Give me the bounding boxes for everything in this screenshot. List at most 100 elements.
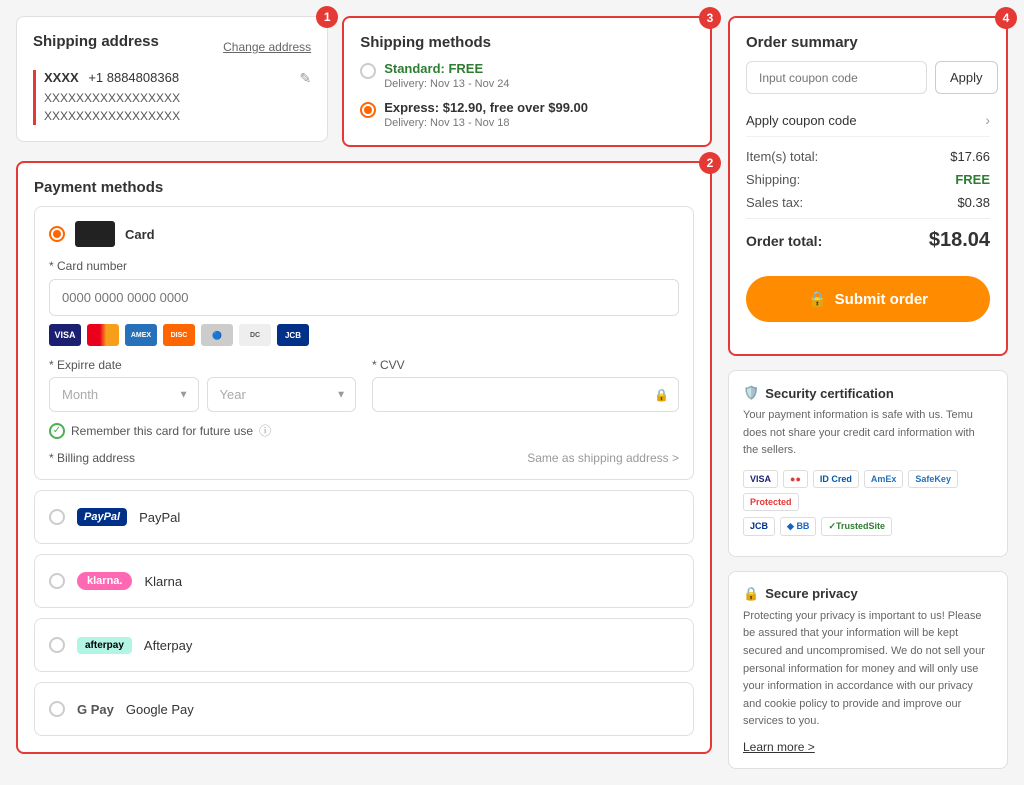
address-header: Shipping address Change address [33,33,311,60]
googlepay-label: Google Pay [126,702,194,717]
submit-lock-icon: 🔒 [808,290,827,308]
trust-idcheck-badge: ID Cred [813,470,859,488]
trust-logos-2: JCB ◆ BB ✓TrustedSite [743,517,993,536]
cvv-input-wrapper: 🔒 [372,377,679,412]
shipping-row: Shipping: FREE [746,172,990,187]
afterpay-option[interactable]: afterpay Afterpay [34,618,694,672]
paypal-logo-box: PayPal [77,503,127,531]
afterpay-label: Afterpay [144,638,192,653]
card-top-row: Card [49,221,679,247]
items-total-value: $17.66 [950,149,990,164]
klarna-radio[interactable] [49,573,65,589]
coupon-code-label: Apply coupon code [746,113,857,128]
card-radio-dot [53,230,61,238]
afterpay-logo-box: afterpay [77,631,132,659]
step-2-badge: 2 [699,152,721,174]
security-text: Your payment information is safe with us… [743,407,993,460]
klarna-option[interactable]: klarna. Klarna [34,554,694,608]
card-payment-section: Card * Card number VISA AMEX DISC 🔵 DC J… [34,206,694,480]
remember-card-row[interactable]: ✓ Remember this card for future use ⓘ [49,422,679,439]
cvv-label: * CVV [372,358,679,372]
shipping-option-express[interactable]: Express: $12.90, free over $99.00 Delive… [360,100,694,129]
klarna-label: Klarna [144,574,182,589]
afterpay-logo: afterpay [77,637,132,654]
privacy-section: 🔒 Secure privacy Protecting your privacy… [728,571,1008,769]
top-row: Shipping address Change address XXXX +1 … [16,16,712,147]
month-select[interactable]: Month 010203 040506 070809 101112 [49,377,199,412]
items-total-label: Item(s) total: [746,149,818,164]
year-select[interactable]: Year 2024202520262027 [207,377,357,412]
order-total-value: $18.04 [929,229,990,252]
klarna-logo: klarna. [77,572,132,590]
expire-label: * Expirre date [49,358,356,372]
billing-label: * Billing address [49,451,135,465]
trust-logos: VISA ●● ID Cred AmEx SafeKey Protected [743,470,993,511]
privacy-text: Protecting your privacy is important to … [743,608,993,731]
right-column: 4 Order summary Apply Apply coupon code … [728,16,1008,769]
card-number-input[interactable] [49,279,679,316]
security-title: 🛡️ Security certification [743,385,993,401]
afterpay-radio[interactable] [49,637,65,653]
sales-tax-label: Sales tax: [746,195,803,210]
express-radio-dot [364,106,372,114]
order-total-row: Order total: $18.04 [746,218,990,262]
card-radio[interactable] [49,226,65,242]
googlepay-radio[interactable] [49,701,65,717]
express-radio[interactable] [360,102,376,118]
expire-cvv-row: * Expirre date Month 010203 040506 07080… [49,358,679,412]
coupon-row: Apply [746,61,990,94]
privacy-lock-icon: 🔒 [743,586,759,602]
paypal-logo: PayPal [77,508,127,526]
payment-methods-title: Payment methods [34,179,163,196]
shipping-methods-card: Shipping methods Standard: FREE Delivery… [342,16,712,147]
left-column: Shipping address Change address XXXX +1 … [16,16,712,769]
googlepay-option[interactable]: G Pay Google Pay [34,682,694,736]
standard-delivery: Delivery: Nov 13 - Nov 24 [384,78,509,90]
standard-radio[interactable] [360,63,376,79]
remember-card-label: Remember this card for future use [71,424,253,438]
googlepay-logo-box: G Pay [77,695,114,723]
klarna-logo-box: klarna. [77,567,132,595]
billing-row: * Billing address Same as shipping addre… [49,451,679,465]
address-title: Shipping address [33,33,159,50]
paypal-label: PayPal [139,510,180,525]
same-as-shipping-link[interactable]: Same as shipping address > [527,451,679,465]
address-line2: XXXXXXXXXXXXXXXXX [44,107,180,125]
remember-info-icon: ⓘ [259,422,271,439]
paypal-option[interactable]: PayPal PayPal [34,490,694,544]
edit-address-icon[interactable]: ✎ [299,70,311,87]
card-logos-row: VISA AMEX DISC 🔵 DC JCB [49,324,679,346]
apply-coupon-button[interactable]: Apply [935,61,998,94]
cvv-section: * CVV 🔒 [372,358,679,412]
paypal-radio[interactable] [49,509,65,525]
gpay-logo: G Pay [77,702,114,717]
payment-methods-card: 2 Payment methods Card * Card number VIS… [16,161,712,754]
trust-jcb-badge: JCB [743,517,775,536]
submit-order-button[interactable]: 🔒 Submit order [746,276,990,322]
cvv-input[interactable] [372,377,679,412]
address-name: XXXX +1 8884808368 [44,70,180,85]
learn-more-link[interactable]: Learn more > [743,740,815,754]
diners-logo: DC [239,324,271,346]
discover-logo: DISC [163,324,195,346]
shipping-value: FREE [955,172,990,187]
visa-logo: VISA [49,324,81,346]
step-4-badge: 4 [995,7,1017,29]
jcb-logo: JCB [277,324,309,346]
shipping-label: Shipping: [746,172,800,187]
shipping-address-card: Shipping address Change address XXXX +1 … [16,16,328,142]
change-address-button[interactable]: Change address [223,40,311,54]
remember-check-icon: ✓ [49,423,65,439]
address-content: XXXX +1 8884808368 XXXXXXXXXXXXXXXXX XXX… [33,70,311,125]
security-section: 🛡️ Security certification Your payment i… [728,370,1008,557]
step-1-badge: 1 [316,6,338,28]
coupon-code-row[interactable]: Apply coupon code › [746,104,990,137]
trust-visa-badge: VISA [743,470,778,488]
month-select-wrapper: Month 010203 040506 070809 101112 ▼ [49,377,199,412]
card-number-label: * Card number [49,259,679,273]
coupon-input[interactable] [746,61,927,94]
shipping-option-standard[interactable]: Standard: FREE Delivery: Nov 13 - Nov 24 [360,61,694,90]
amex-logo: AMEX [125,324,157,346]
express-label: Express: $12.90, free over $99.00 [384,100,588,115]
trust-amex-badge: AmEx [864,470,904,488]
